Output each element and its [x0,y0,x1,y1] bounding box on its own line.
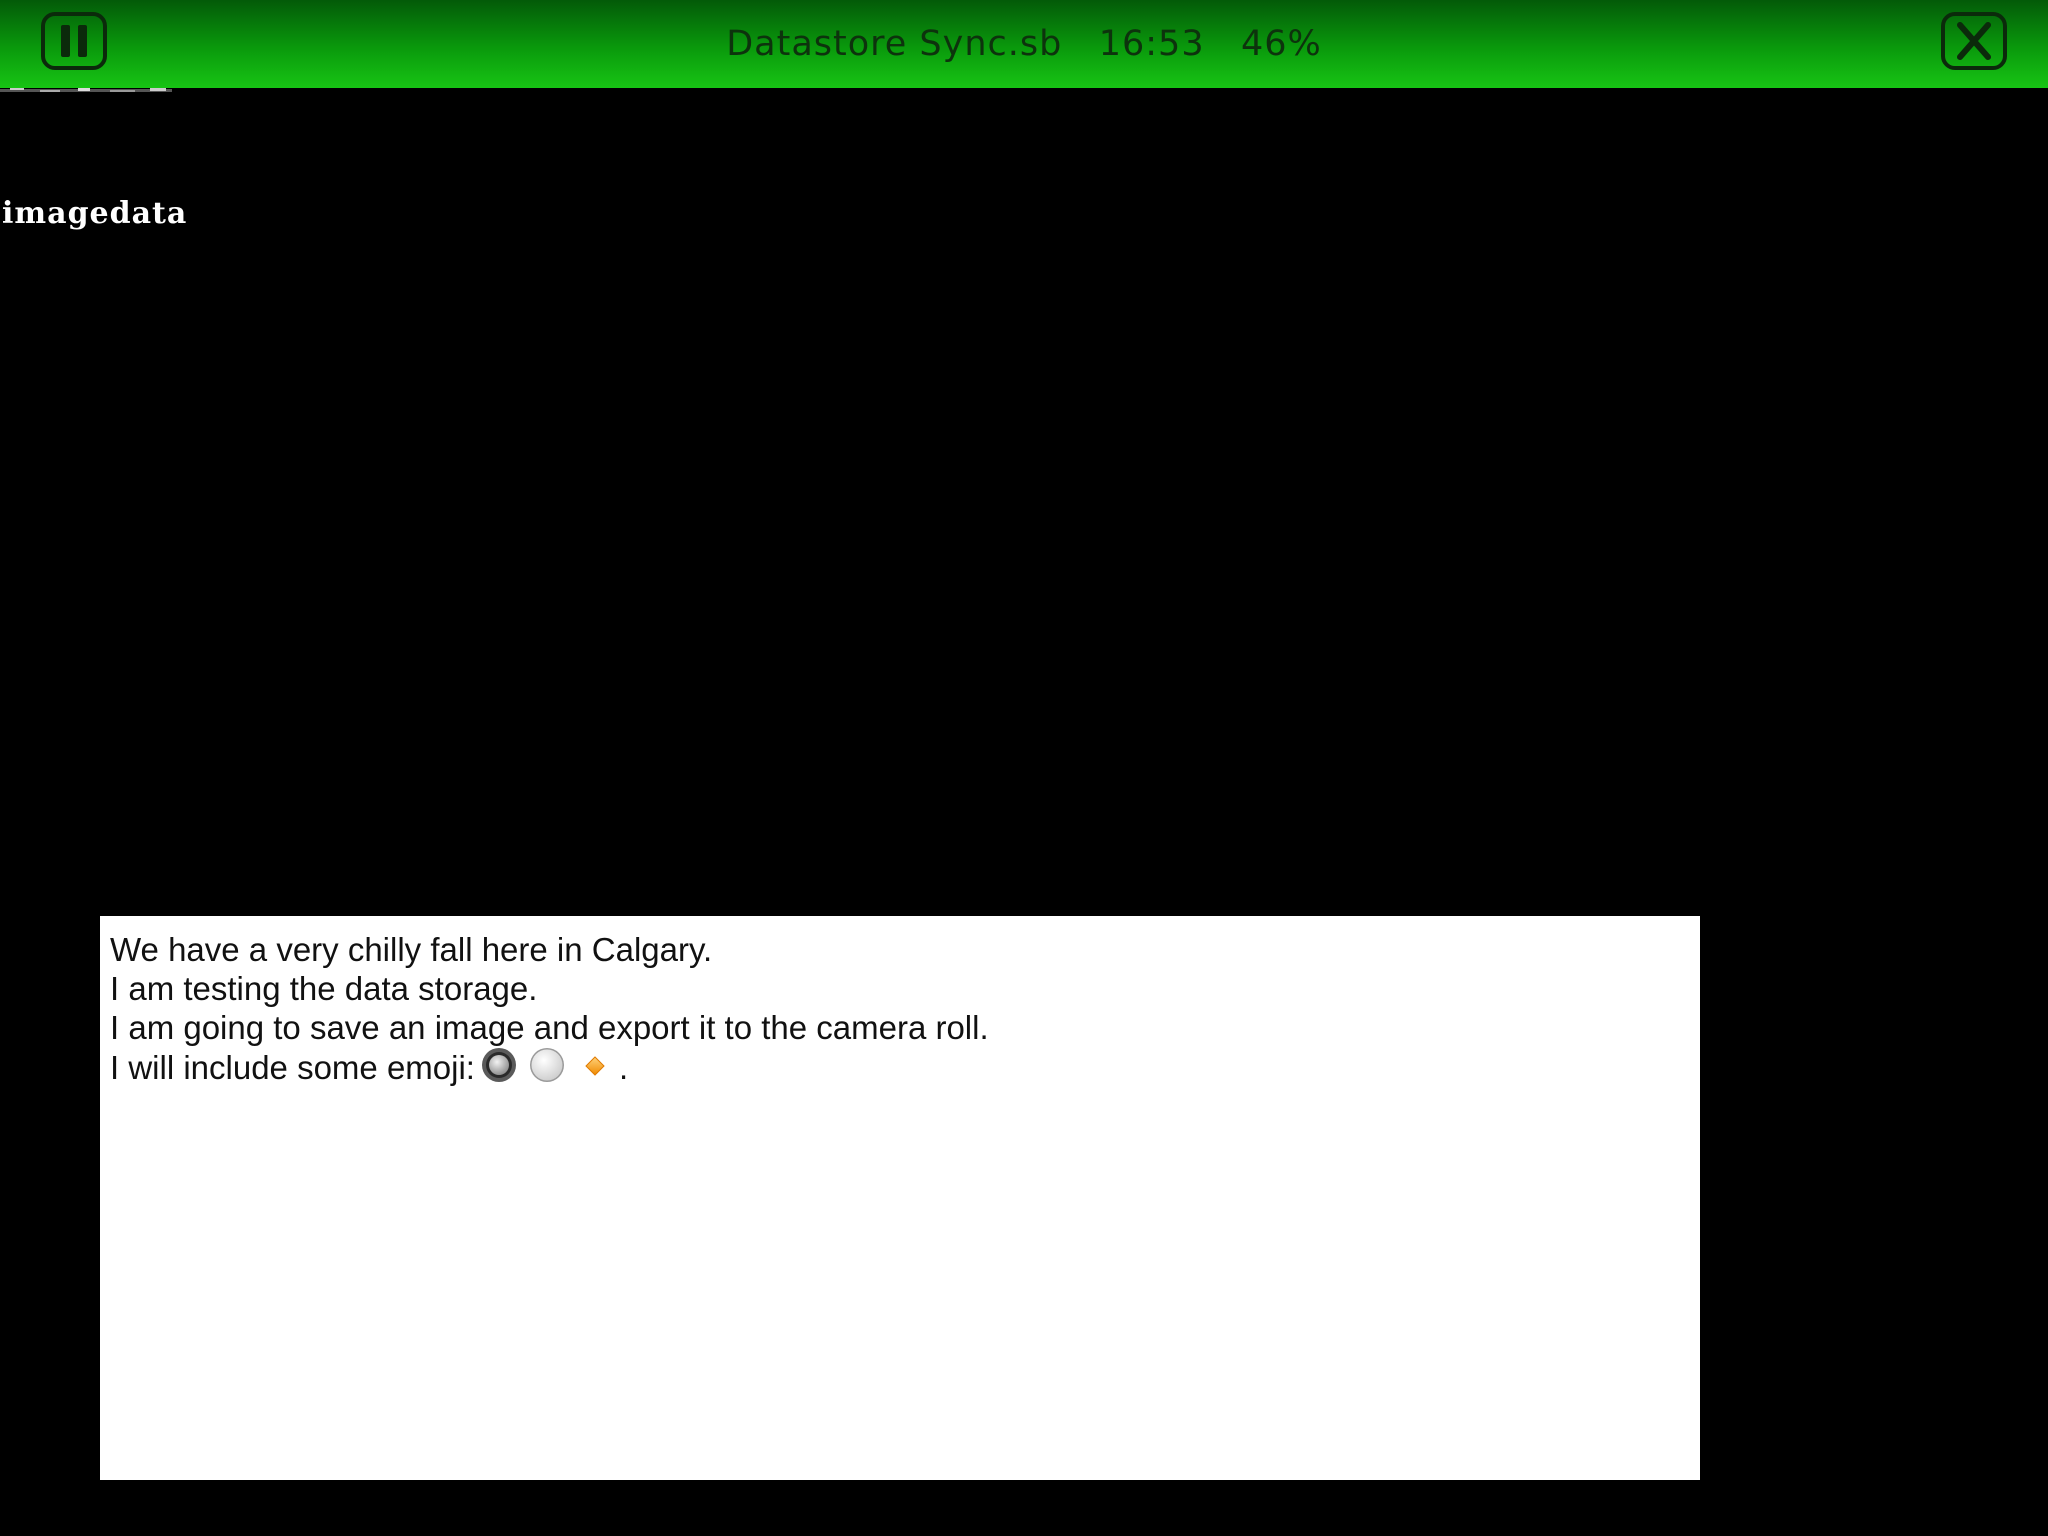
text-view[interactable]: We have a very chilly fall here in Calga… [100,916,1700,1480]
window-title: Datastore Sync.sb 16:53 46% [726,24,1322,64]
pause-icon [61,25,87,57]
close-button[interactable] [1941,12,2007,70]
noise-strip [0,88,172,92]
top-bar: Datastore Sync.sb 16:53 46% [0,0,2048,88]
close-icon [1957,22,1991,60]
text-line: I am testing the data storage. [110,970,538,1007]
text-line: We have a very chilly fall here in Calga… [110,931,713,968]
text-line: I am going to save an image and export i… [110,1009,989,1046]
radio-selected-icon [481,1047,517,1091]
text-line-label: I will include some emoji: [110,1049,475,1086]
orange-diamond-icon [577,1047,613,1091]
trailing-period: . [618,1049,629,1086]
imagedata-label: imagedata [2,196,188,231]
radio-unselected-icon [529,1047,565,1091]
emoji-line: I will include some emoji: . [110,1047,1690,1091]
pause-button[interactable] [41,12,107,70]
